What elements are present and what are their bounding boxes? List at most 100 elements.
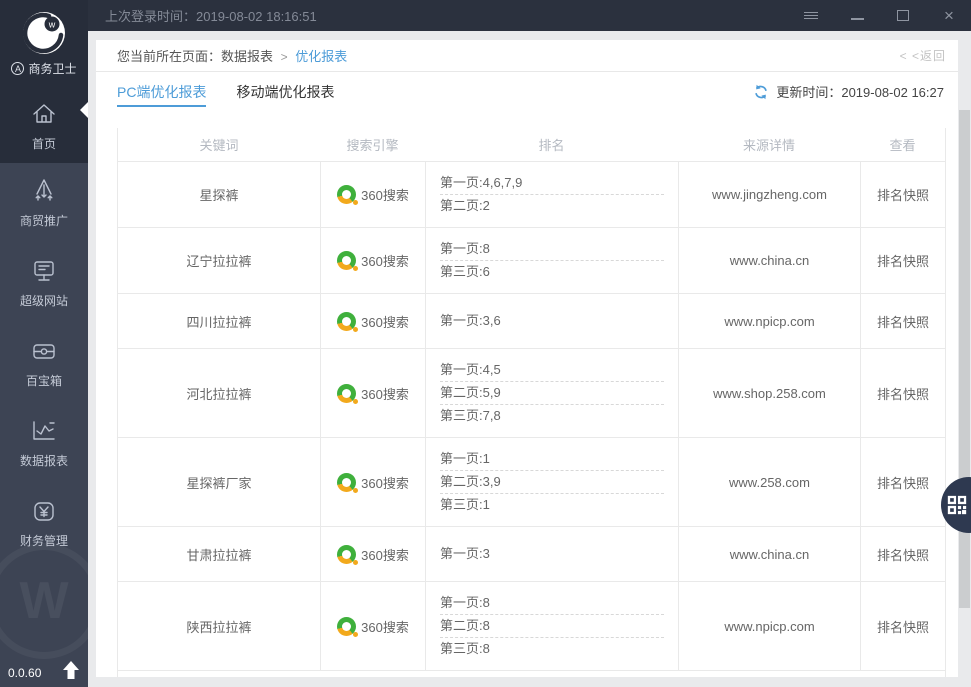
- sidebar-item-home[interactable]: 首页: [0, 88, 88, 163]
- table-row: 河北拉拉裤 360搜索 第一页:4,5第二页:5,9第三页:7,8 www.sh…: [118, 349, 945, 438]
- sidebar-item-promotion[interactable]: 商贸推广: [0, 163, 88, 243]
- view-cell: 排名快照: [860, 294, 945, 348]
- source-url: www.npicp.com: [724, 314, 814, 329]
- source-cell: www.258.com: [678, 438, 860, 526]
- source-url: www.npicp.com: [724, 619, 814, 634]
- engine: 360搜索: [337, 617, 409, 636]
- home-icon: [30, 100, 58, 128]
- sidebar-item-label: 商贸推广: [20, 212, 68, 229]
- keyword-text: 河北拉拉裤: [186, 384, 251, 403]
- source-cell: www.npicp.com: [678, 582, 860, 670]
- view-link[interactable]: 排名快照: [877, 384, 929, 403]
- minimize-icon[interactable]: [849, 8, 865, 24]
- engine-cell: 360搜索: [320, 349, 425, 437]
- view-link[interactable]: 排名快照: [877, 545, 929, 564]
- source-url: www.shop.258.com: [713, 386, 826, 401]
- maximize-icon[interactable]: [895, 8, 911, 24]
- titlebar: 上次登录时间：2019-08-02 18:16:51 ×: [88, 0, 971, 31]
- view-cell: 排名快照: [860, 582, 945, 670]
- keyword-text: 甘肃拉拉裤: [186, 545, 251, 564]
- update-time-group: 更新时间：2019-08-02 16:27: [753, 82, 944, 101]
- rank-line: 第一页:8: [440, 592, 664, 614]
- rank-line: 第三页:8: [440, 638, 664, 660]
- view-cell: 排名快照: [860, 527, 945, 581]
- rank-cell: 第一页:3: [425, 527, 678, 581]
- view-link[interactable]: 排名快照: [877, 251, 929, 270]
- sidebar-item-reports[interactable]: 数据报表: [0, 403, 88, 483]
- engine-label: 360搜索: [361, 617, 409, 636]
- breadcrumb-text: 您当前所在页面：数据报表 > 优化报表: [117, 46, 900, 65]
- 360-search-logo-icon: [337, 312, 356, 331]
- monitor-icon: [30, 257, 58, 285]
- view-link[interactable]: 排名快照: [877, 617, 929, 636]
- refresh-icon[interactable]: [753, 84, 769, 100]
- rank-line: 第二页:8: [440, 615, 664, 637]
- active-notch: [80, 102, 88, 118]
- brand-block: w A 商务卫士: [0, 0, 88, 88]
- keyword-cell: 辽宁拉拉裤: [118, 228, 320, 293]
- table-row: 星探裤 360搜索 第一页:4,6,7,9第二页:2 www.jingzheng…: [118, 162, 945, 228]
- rank-cell: 第一页:8第二页:8第三页:8: [425, 582, 678, 670]
- source-url: www.jingzheng.com: [712, 187, 827, 202]
- view-cell: 排名快照: [860, 438, 945, 526]
- engine: 360搜索: [337, 473, 409, 492]
- header-view: 查看: [860, 128, 945, 161]
- sidebar-item-toolbox[interactable]: 百宝箱: [0, 323, 88, 403]
- back-link[interactable]: < <返回: [900, 47, 946, 64]
- toolbox-icon: [30, 337, 58, 365]
- sidebar-item-label: 百宝箱: [26, 372, 62, 389]
- keyword-cell: 陕西拉拉裤: [118, 582, 320, 670]
- engine-label: 360搜索: [361, 251, 409, 270]
- keyword-cell: 四川拉拉裤: [118, 294, 320, 348]
- breadcrumb-separator: >: [281, 50, 288, 64]
- sidebar-item-label: 首页: [32, 135, 56, 152]
- table-row: 陕西拉拉裤 360搜索 第一页:8第二页:8第三页:8 www.npicp.co…: [118, 582, 945, 671]
- update-time: 更新时间：2019-08-02 16:27: [776, 82, 944, 101]
- table-row: 星探裤厂家 360搜索 第一页:1第二页:3,9第三页:1 www.258.co…: [118, 438, 945, 527]
- close-icon[interactable]: ×: [941, 8, 957, 24]
- brand-badge-icon: A: [11, 62, 24, 75]
- rank-line: 第二页:5,9: [440, 382, 664, 404]
- keyword-text: 辽宁拉拉裤: [186, 251, 251, 270]
- keyword-cell: 甘肃拉拉裤: [118, 527, 320, 581]
- keyword-cell: 星探裤: [118, 162, 320, 227]
- rank-line: 第三页:6: [440, 261, 664, 283]
- rank-line: 第一页:4,6,7,9: [440, 172, 664, 194]
- version-label: 0.0.60: [8, 666, 41, 680]
- 360-search-logo-icon: [337, 251, 356, 270]
- svg-text:w: w: [48, 20, 56, 30]
- table-row: 甘肃拉拉裤 360搜索 第一页:3 www.china.cn 排名快照: [118, 527, 945, 582]
- keyword-text: 星探裤: [199, 185, 238, 204]
- engine-label: 360搜索: [361, 545, 409, 564]
- engine-label: 360搜索: [361, 473, 409, 492]
- tab-bar: PC端优化报表 移动端优化报表 更新时间：2019-08-02 16:27: [96, 72, 958, 111]
- view-link[interactable]: 排名快照: [877, 185, 929, 204]
- keyword-text: 陕西拉拉裤: [186, 617, 251, 636]
- header-engine: 搜索引擎: [320, 128, 425, 161]
- 360-search-logo-icon: [337, 473, 356, 492]
- view-link[interactable]: 排名快照: [877, 473, 929, 492]
- breadcrumb-current[interactable]: 优化报表: [295, 49, 347, 64]
- keyword-text: 星探裤厂家: [186, 473, 251, 492]
- view-link[interactable]: 排名快照: [877, 312, 929, 331]
- menu-icon[interactable]: [803, 8, 819, 24]
- source-cell: www.npicp.com: [678, 294, 860, 348]
- 360-search-logo-icon: [337, 384, 356, 403]
- keyword-cell: 河北拉拉裤: [118, 349, 320, 437]
- tab-pc-report[interactable]: PC端优化报表: [117, 72, 206, 111]
- rank-line: 第一页:4,5: [440, 359, 664, 381]
- breadcrumb-prefix: 您当前所在页面：数据报表: [117, 49, 273, 64]
- scroll-top-arrow-icon[interactable]: [60, 659, 82, 681]
- tab-mobile-report[interactable]: 移动端优化报表: [236, 72, 334, 111]
- rank-line: 第二页:3,9: [440, 471, 664, 493]
- engine-label: 360搜索: [361, 384, 409, 403]
- source-url: www.china.cn: [730, 253, 809, 268]
- source-cell: www.shop.258.com: [678, 349, 860, 437]
- vertical-scrollbar[interactable]: [959, 110, 970, 608]
- watermark-logo: W: [0, 543, 88, 659]
- sidebar-item-website[interactable]: 超级网站: [0, 243, 88, 323]
- rank-cell: 第一页:4,5第二页:5,9第三页:7,8: [425, 349, 678, 437]
- 360-search-logo-icon: [337, 617, 356, 636]
- table-body: 星探裤 360搜索 第一页:4,6,7,9第二页:2 www.jingzheng…: [118, 162, 945, 671]
- rank-line: 第一页:3: [440, 543, 664, 565]
